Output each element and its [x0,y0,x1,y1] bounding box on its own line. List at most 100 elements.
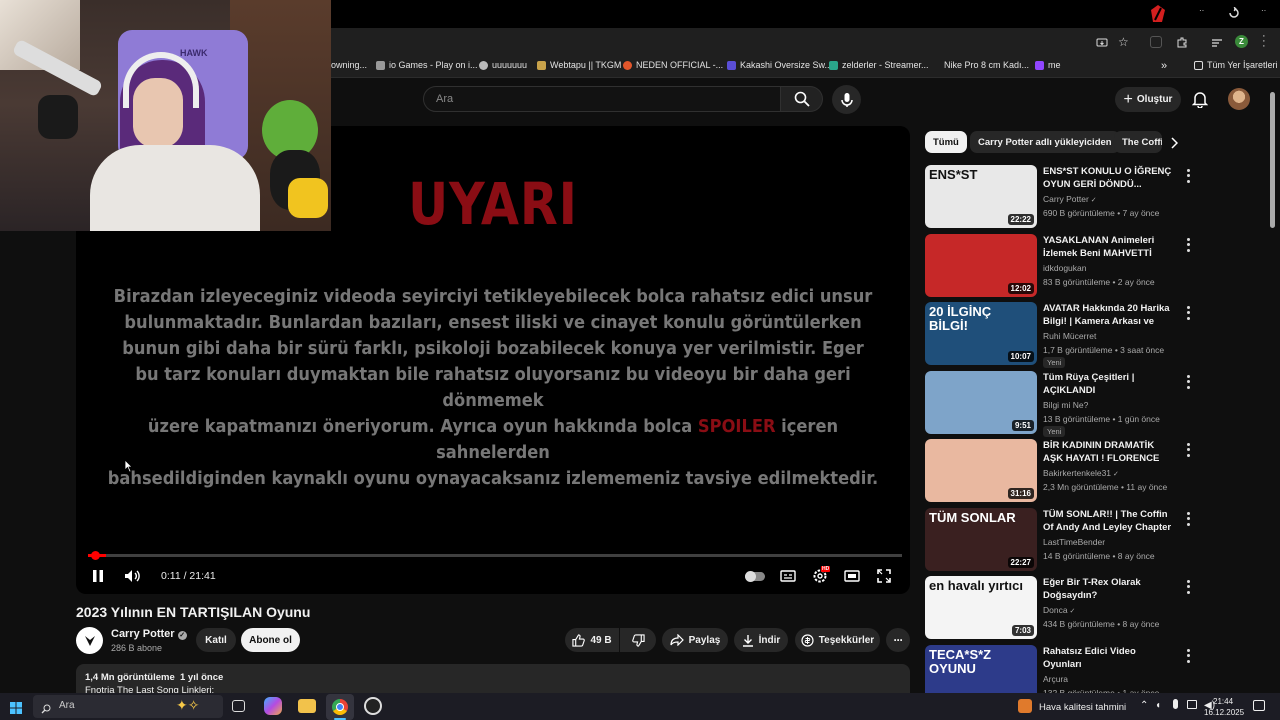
recommended-video[interactable]: 20 İLGİNÇ BİLGİ! 10:07 AVATAR Hakkında 20 … [925,302,1190,368]
share-button[interactable]: Paylaş [662,628,728,652]
video-thumbnail[interactable]: 31:16 [925,439,1037,502]
recommended-channel[interactable]: idkdogukan [1043,263,1086,273]
autoplay-toggle[interactable] [744,566,766,586]
more-options-icon[interactable] [1183,442,1193,458]
channel-name[interactable]: Carry Potter ✓ [111,628,187,640]
download-button[interactable]: İndir [734,628,788,652]
video-thumbnail[interactable]: 12:02 [925,234,1037,297]
chrome-icon[interactable] [326,694,354,720]
video-thumbnail[interactable]: ENS*ST 22:22 [925,165,1037,228]
bookmark-item[interactable]: me [1035,60,1061,70]
create-button[interactable]: + Oluştur [1115,87,1181,112]
weather-text[interactable]: Hava kalitesi tahmini [1039,702,1126,713]
recommended-channel[interactable]: Ruhi Mücerret [1043,331,1096,341]
more-options-icon[interactable] [1183,168,1193,184]
subscribe-button[interactable]: Abone ol [241,628,300,652]
pause-button[interactable] [88,566,108,586]
windows-start-icon[interactable] [10,701,22,719]
progress-scrubber[interactable] [91,551,100,560]
more-options-icon[interactable] [1183,305,1193,321]
miniplayer-button[interactable] [842,566,862,586]
install-app-icon[interactable] [1096,36,1108,48]
volume-button[interactable] [122,566,144,586]
video-thumbnail[interactable]: TÜM SONLAR 22:27 [925,508,1037,571]
voice-search-button[interactable] [832,85,861,114]
bookmark-item[interactable]: Webtapu || TKGM [537,60,621,70]
microphone-tray-icon[interactable] [1173,699,1178,709]
recommended-title[interactable]: Eğer Bir T-Rex Olarak Doğsaydın? [1043,576,1175,602]
recommended-title[interactable]: YASAKLANAN Animeleri İzlemek Beni MAHVET… [1043,234,1175,260]
bookmark-item[interactable]: io Games - Play on i... [376,60,478,70]
recommended-video[interactable]: 12:02 YASAKLANAN Animeleri İzlemek Beni M… [925,234,1190,298]
bookmark-star-icon[interactable]: ☆ [1118,35,1129,49]
recommended-title[interactable]: Rahatsız Edici Video Oyunları [1043,645,1175,671]
recommended-video[interactable]: TÜM SONLAR 22:27 TÜM SONLAR!! | The Coffin… [925,508,1190,572]
settings-button[interactable]: HD [810,566,831,586]
recommended-channel[interactable]: Carry Potter ✓ [1043,194,1097,204]
copilot-app-icon[interactable] [264,697,282,715]
audio-device-icon[interactable]: ◖ [1155,700,1161,711]
recommended-title[interactable]: TÜM SONLAR!! | The Coffin Of Andy And Le… [1043,508,1175,534]
account-avatar[interactable] [1228,88,1250,110]
page-scrollbar[interactable] [1270,92,1275,228]
recommended-video[interactable]: en havalı yırtıcı 7:03 Eğer Bir T-Rex Olar… [925,576,1190,640]
file-explorer-icon[interactable] [298,699,316,713]
more-bookmarks-chevron-icon[interactable]: » [1161,60,1167,72]
profile-avatar[interactable]: Z [1235,35,1248,48]
subtitles-button[interactable] [778,566,798,586]
bookmark-item[interactable]: Nike Pro 8 cm Kadı... [931,60,1029,70]
task-view-icon[interactable] [232,700,245,712]
dislike-button[interactable] [620,628,656,652]
more-actions-button[interactable]: ··· [886,628,910,652]
join-button[interactable]: Katıl [196,628,236,652]
bookmark-item[interactable]: uuuuuuu [479,60,527,70]
recommended-title[interactable]: ENS*ST KONULU O İĞRENÇ OYUN GERİ DÖNDÜ..… [1043,165,1175,191]
bookmark-item[interactable]: NEDEN OFFICIAL -... [623,60,723,70]
clock-date[interactable]: 16.12.2025 [1204,708,1244,717]
recommended-title[interactable]: AVATAR Hakkında 20 Harika Bilgi! | Kamer… [1043,302,1175,328]
like-button[interactable]: 49 B [565,628,619,652]
chip-all[interactable]: Tümü [925,131,967,153]
recommended-video[interactable]: 31:16 BİR KADININ DRAMATİK AŞK HAYATI ! F… [925,439,1190,503]
recommended-title[interactable]: Tüm Rüya Çeşitleri | AÇIKLANDI [1043,371,1175,397]
recommended-channel[interactable]: Bilgi mi Ne? [1043,400,1088,410]
restore-icon[interactable] [1228,6,1240,18]
more-options-icon[interactable] [1183,579,1193,595]
copilot-sparkle-icon[interactable]: ✦✧ [176,697,199,714]
chip-from-uploader[interactable]: Carry Potter adlı yükleyiciden [970,131,1120,153]
extensions-puzzle-icon[interactable] [1176,35,1188,48]
clock-time[interactable]: 21:44 [1213,697,1233,706]
recommended-video[interactable]: 9:51 Tüm Rüya Çeşitleri | AÇIKLANDI Bilgi … [925,371,1190,437]
bookmark-item[interactable]: Kakashi Oversize Sw... [727,60,832,70]
recommended-video[interactable]: ENS*ST 22:22 ENS*ST KONULU O İĞRENÇ OYUN G… [925,165,1190,229]
chevron-right-icon[interactable] [1170,136,1179,154]
video-thumbnail[interactable]: en havalı yırtıcı 7:03 [925,576,1037,639]
minimize-icon[interactable]: ·· [1199,6,1209,16]
recommended-channel[interactable]: Arçura [1043,674,1068,684]
network-icon[interactable] [1187,700,1197,709]
video-thumbnail[interactable]: 9:51 [925,371,1037,434]
recommended-title[interactable]: BİR KADININ DRAMATİK AŞK HAYATI ! FLOREN… [1043,439,1175,465]
more-options-icon[interactable] [1183,648,1193,664]
notifications-bell-icon[interactable] [1191,91,1209,113]
search-button[interactable] [781,86,823,112]
opera-logo-icon[interactable] [1149,4,1167,24]
bookmark-item[interactable]: zelderler - Streamer... [829,60,929,70]
recommended-channel[interactable]: LastTimeBender [1043,537,1105,547]
notification-center-icon[interactable] [1253,700,1265,711]
tab-search-icon[interactable] [1211,36,1223,48]
video-thumbnail[interactable]: 20 İLGİNÇ BİLGİ! 10:07 [925,302,1037,365]
all-bookmarks-button[interactable]: Tüm Yer İşaretleri [1194,60,1278,70]
close-window-icon[interactable]: ·· [1261,6,1271,16]
thanks-button[interactable]: Teşekkürler [795,628,880,652]
channel-avatar[interactable] [76,627,103,654]
browser-menu-icon[interactable]: · · · [1262,31,1266,52]
obs-app-icon[interactable] [364,697,382,715]
recommended-channel[interactable]: Donca ✓ [1043,605,1075,615]
bookmark-item[interactable]: owning... [331,60,367,70]
more-options-icon[interactable] [1183,237,1193,253]
fullscreen-button[interactable] [874,566,894,586]
tray-chevron-icon[interactable]: ⌃ [1140,700,1148,711]
recommended-channel[interactable]: Bakirkertenkele31 ✓ [1043,468,1119,478]
more-options-icon[interactable] [1183,511,1193,527]
